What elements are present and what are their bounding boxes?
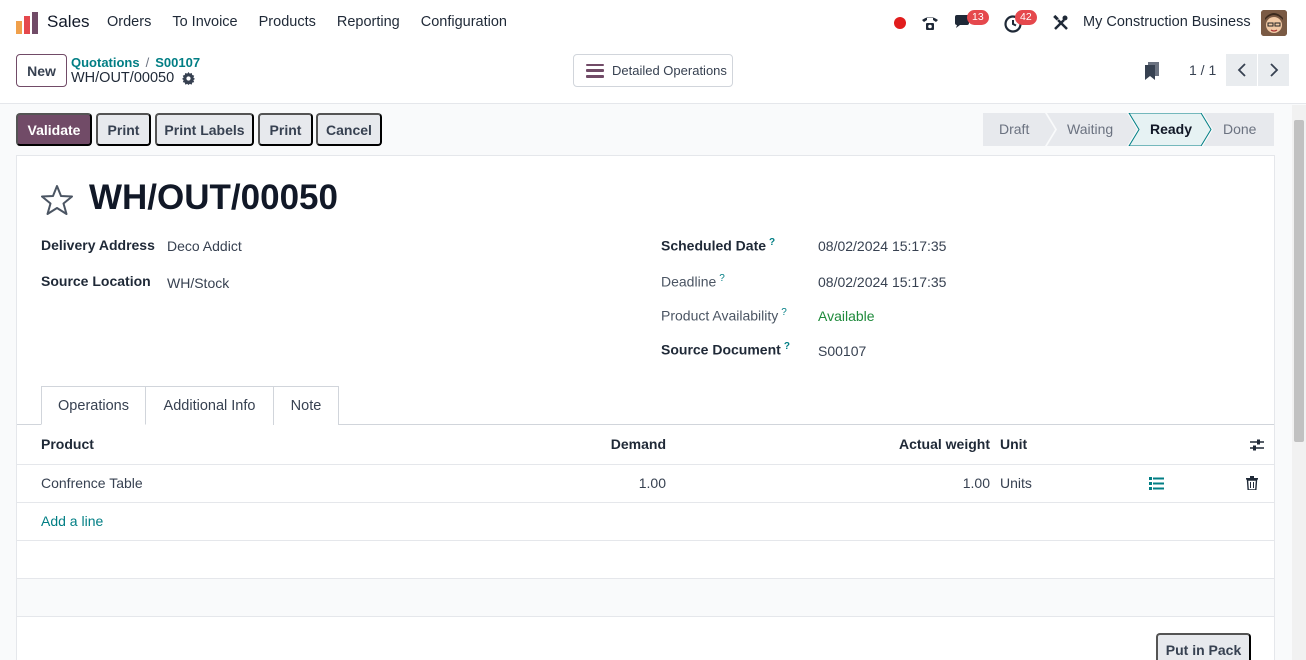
- source-document-label-text: Source Document: [661, 341, 781, 358]
- record-name: WH/OUT/00050: [71, 70, 175, 86]
- stage-draft[interactable]: Draft: [999, 121, 1029, 137]
- new-button[interactable]: New: [16, 54, 67, 87]
- column-unit[interactable]: Unit: [1000, 436, 1027, 452]
- print-labels-button[interactable]: Print Labels: [155, 113, 254, 146]
- scheduled-date-label: Scheduled Date?: [661, 237, 775, 254]
- record-title: WH/OUT/00050: [89, 178, 338, 217]
- menu-configuration[interactable]: Configuration: [421, 14, 507, 30]
- deadline-label: Deadline?: [661, 273, 725, 290]
- current-record: WH/OUT/00050: [71, 70, 196, 86]
- menu-reporting[interactable]: Reporting: [337, 14, 400, 30]
- tab-operations[interactable]: Operations: [41, 386, 146, 425]
- delivery-address-label: Delivery Address: [41, 237, 155, 253]
- product-availability-label-text: Product Availability: [661, 307, 779, 324]
- user-avatar[interactable]: [1261, 10, 1287, 36]
- breadcrumb-quotations[interactable]: Quotations: [71, 55, 140, 70]
- breadcrumb-sale-order[interactable]: S00107: [155, 55, 200, 70]
- detailed-operations-label: Detailed Operations: [612, 63, 727, 78]
- empty-row: [17, 579, 1274, 617]
- bookmark-icon[interactable]: [1144, 62, 1160, 80]
- column-product[interactable]: Product: [41, 436, 94, 452]
- pager-value[interactable]: 1 / 1: [1189, 62, 1216, 78]
- star-icon[interactable]: [41, 184, 73, 216]
- print-button[interactable]: Print: [96, 113, 151, 146]
- chevron-right-icon: [1269, 63, 1278, 77]
- tab-note[interactable]: Note: [274, 386, 339, 425]
- control-panel: New Quotations / S00107 WH/OUT/00050 Detai…: [0, 46, 1306, 104]
- row-actual-weight[interactable]: 1.00: [963, 475, 990, 491]
- validate-button[interactable]: Validate: [16, 113, 92, 146]
- help-tooltip-icon[interactable]: ?: [781, 307, 787, 318]
- list-icon: [586, 63, 604, 78]
- gear-icon[interactable]: [182, 71, 196, 85]
- company-switcher[interactable]: My Construction Business: [1083, 14, 1251, 30]
- app-name[interactable]: Sales: [47, 12, 90, 32]
- source-document-label: Source Document?: [661, 341, 790, 358]
- messages-badge: 13: [967, 10, 989, 25]
- stage-done[interactable]: Done: [1223, 121, 1256, 137]
- stage-waiting[interactable]: Waiting: [1067, 121, 1113, 137]
- notebook-tabs: Operations Additional Info Note: [41, 386, 339, 425]
- recording-dot-icon[interactable]: [894, 17, 906, 29]
- phone-icon[interactable]: [919, 12, 941, 34]
- pager-next-button[interactable]: [1258, 54, 1289, 86]
- tab-additional-info[interactable]: Additional Info: [146, 386, 274, 425]
- scrollbar-thumb[interactable]: [1294, 120, 1304, 442]
- row-demand[interactable]: 1.00: [639, 475, 666, 491]
- table-row[interactable]: Confrence Table 1.00 1.00 Units: [17, 465, 1274, 503]
- menu-products[interactable]: Products: [259, 14, 316, 30]
- put-in-pack-button[interactable]: Put in Pack: [1156, 633, 1251, 660]
- menu-orders[interactable]: Orders: [107, 14, 151, 30]
- tools-icon[interactable]: [1050, 12, 1072, 34]
- add-line-row: Add a line: [17, 503, 1274, 541]
- stage-ready[interactable]: Ready: [1150, 121, 1192, 137]
- product-availability-value: Available: [818, 308, 875, 324]
- breadcrumb: Quotations / S00107: [71, 55, 200, 70]
- chevron-left-icon: [1237, 63, 1246, 77]
- help-tooltip-icon[interactable]: ?: [769, 237, 775, 248]
- details-list-icon[interactable]: [1149, 477, 1164, 490]
- column-demand[interactable]: Demand: [611, 436, 666, 452]
- deadline-field[interactable]: 08/02/2024 15:17:35: [818, 274, 946, 290]
- trash-icon[interactable]: [1246, 476, 1258, 490]
- table-header: Product Demand Actual weight Unit: [17, 425, 1274, 465]
- help-tooltip-icon[interactable]: ?: [784, 341, 790, 352]
- product-availability-label: Product Availability?: [661, 307, 787, 324]
- row-unit[interactable]: Units: [1000, 475, 1032, 491]
- deadline-label-text: Deadline: [661, 273, 717, 290]
- empty-row: [17, 541, 1274, 579]
- help-tooltip-icon[interactable]: ?: [719, 273, 725, 284]
- column-actual-weight[interactable]: Actual weight: [899, 436, 990, 452]
- detailed-operations-button[interactable]: Detailed Operations: [573, 54, 733, 87]
- optional-columns-icon[interactable]: [1249, 438, 1265, 452]
- row-product[interactable]: Confrence Table: [41, 475, 143, 491]
- cancel-button[interactable]: Cancel: [316, 113, 382, 146]
- menu-to-invoice[interactable]: To Invoice: [172, 14, 237, 30]
- scheduled-date-field[interactable]: 08/02/2024 15:17:35: [818, 238, 946, 254]
- breadcrumb-separator: /: [145, 55, 150, 70]
- source-document-field[interactable]: S00107: [818, 343, 866, 359]
- source-location-label: Source Location: [41, 273, 151, 289]
- print-report-button[interactable]: Print: [258, 113, 313, 146]
- sales-app-icon[interactable]: [16, 12, 38, 34]
- top-navbar: Sales Orders To Invoice Products Reporti…: [0, 0, 1306, 46]
- add-a-line-link[interactable]: Add a line: [41, 513, 103, 529]
- form-sheet: WH/OUT/00050 Delivery Address Deco Addic…: [16, 155, 1275, 660]
- main-menu: Orders To Invoice Products Reporting Con…: [107, 14, 528, 30]
- source-location-field[interactable]: WH/Stock: [167, 275, 229, 291]
- activities-badge: 42: [1015, 10, 1037, 25]
- pager-previous-button[interactable]: [1226, 54, 1257, 86]
- delivery-address-field[interactable]: Deco Addict: [167, 238, 242, 254]
- scheduled-date-label-text: Scheduled Date: [661, 237, 767, 254]
